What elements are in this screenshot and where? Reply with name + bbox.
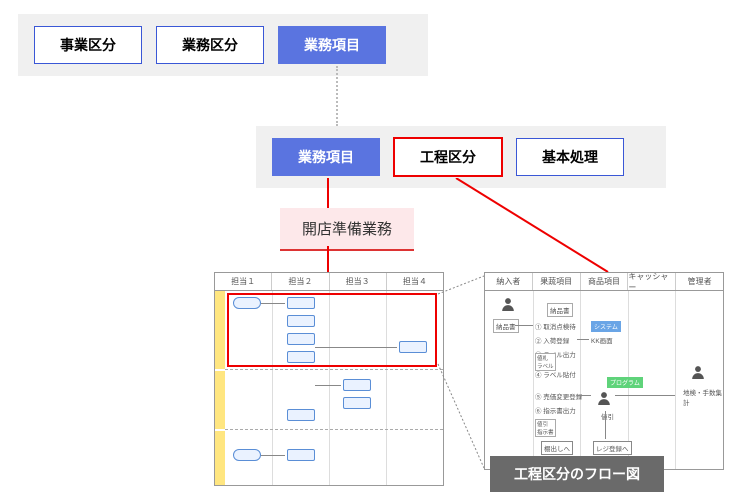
flow-box [343,397,371,409]
highlight-frame [227,293,437,367]
step-label: ⑤ 売価変更登録 [535,391,582,401]
doc-box: 納品書 [547,303,573,317]
lane-header: キャッシャー [628,273,676,290]
tab-operation-item[interactable]: 業務項目 [278,26,386,64]
phase-divider [225,429,443,430]
phase-divider [225,369,443,370]
step-label: ① 取消点検待 [535,321,576,331]
tab-operation-division[interactable]: 業務区分 [156,26,264,64]
tab-row-mid: 業務項目 工程区分 基本処理 [256,126,666,188]
flow-arrow [315,385,341,386]
lane-divider [580,291,581,469]
flow-arrow [605,411,606,439]
flow-box [343,379,371,391]
flow-arrow [577,395,591,396]
tab-basic-process[interactable]: 基本処理 [516,138,624,176]
dotted-connector [336,66,338,126]
task-label: 開店準備業務 [280,208,414,251]
person-icon [501,297,515,316]
person-icon [691,365,705,384]
label-fee: 地検・手数集計 [683,387,723,407]
tab-business-division[interactable]: 事業区分 [34,26,142,64]
lane-divider [675,291,676,469]
lane-header: 担当２ [272,273,329,290]
flow-arrow [515,325,533,326]
lane-header: 管理者 [676,273,723,290]
terminal-box: 棚出しへ [541,441,573,455]
swimlane-panel-left: 担当１ 担当２ 担当３ 担当４ [214,272,444,486]
tab-row-top: 事業区分 業務区分 業務項目 [18,14,428,76]
flow-panel-right: 納入者 果蔬項目 商品項目 キャッシャー 管理者 納品書 納品書 ① 取消点検待… [484,272,724,470]
flow-box [287,449,315,461]
lane-header: 担当３ [330,273,387,290]
lane-header: 果蔬項目 [533,273,581,290]
person-icon [597,391,611,410]
lane-header: 商品項目 [581,273,629,290]
connector-process-to-flow [452,178,632,274]
doc-box: 納品書 [493,319,519,333]
lane-header: 担当４ [387,273,443,290]
flow-box [287,409,315,421]
tag-system: システム [591,321,621,332]
flow-arrow [615,395,675,396]
doc-box: 値引 指示書 [535,419,556,437]
flow-header-right: 納入者 果蔬項目 商品項目 キャッシャー 管理者 [485,273,723,291]
connector-task-to-panel [327,246,329,272]
terminal-box: レジ登録へ [593,441,632,455]
tag-program: プログラム [607,377,643,388]
phase-strip [215,291,225,369]
flow-arrow [577,339,589,340]
flow-arrow [261,455,285,456]
caption-bar: 工程区分のフロー図 [490,456,664,492]
lane-header: 担当１ [215,273,272,290]
phase-strip [215,431,225,485]
step-label: ② 入荷登録 [535,335,569,345]
lane-header: 納入者 [485,273,533,290]
step-label: ⑥ 指示書出力 [535,405,576,415]
phase-strip [215,371,225,429]
label-screen: KK画面 [591,335,613,345]
flow-box [233,449,261,461]
doc-box: 値札 ラベル [535,353,556,371]
tab-process-division[interactable]: 工程区分 [394,138,502,176]
lane-divider [533,291,534,469]
label-discount: 値引 [601,411,614,421]
swimlane-header-left: 担当１ 担当２ 担当３ 担当４ [215,273,443,291]
tab-operation-item-mid[interactable]: 業務項目 [272,138,380,176]
connector-item-to-task [327,178,329,208]
